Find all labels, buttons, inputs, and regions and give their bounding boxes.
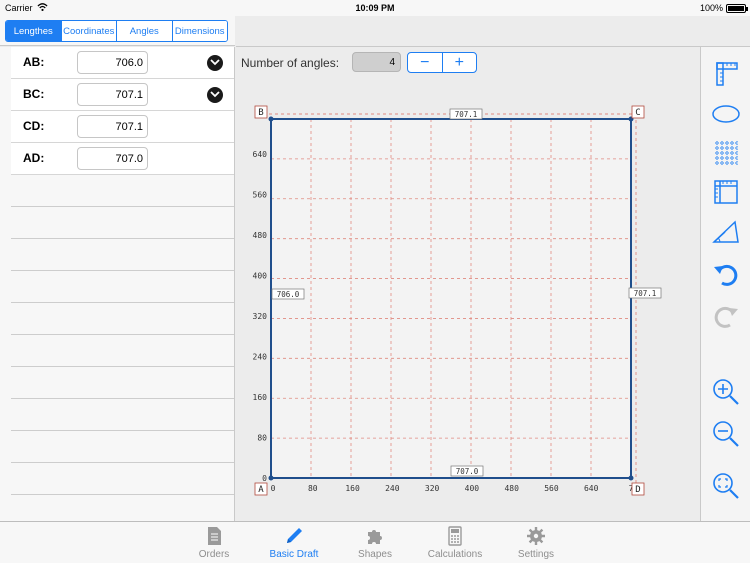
empty-row — [11, 271, 234, 303]
y-tick-label: 160 — [253, 393, 268, 402]
gear-icon — [527, 527, 545, 545]
x-tick-label: 0 — [271, 484, 276, 493]
empty-row — [11, 239, 234, 271]
length-label: CD: — [23, 119, 45, 133]
segment-coordinates[interactable]: Coordinates — [61, 21, 117, 41]
ellipse-icon[interactable] — [711, 99, 741, 129]
vertex-label-a: A — [258, 485, 264, 495]
y-tick-label: 400 — [253, 272, 268, 281]
mode-segmented-control: Lengthes Coordinates Angles Dimensions — [5, 20, 228, 42]
x-tick-label: 240 — [385, 484, 400, 493]
triangle-icon[interactable] — [711, 217, 741, 247]
edge-label-left: 706.0 — [277, 290, 300, 299]
battery-icon — [726, 4, 748, 13]
x-tick-label: 400 — [465, 484, 480, 493]
shape-canvas[interactable]: 640 560 480 400 320 240 160 80 00 80 160 240 320 400 4… — [236, 47, 700, 521]
grid-icon[interactable] — [711, 137, 741, 167]
x-tick-label: 320 — [425, 484, 440, 493]
empty-row — [11, 207, 234, 239]
tab-label: Orders — [198, 549, 230, 560]
x-tick-label: 640 — [584, 484, 599, 493]
vertex-point — [628, 475, 634, 481]
y-tick-label: 0 — [262, 474, 267, 483]
chevron-down-icon[interactable] — [207, 87, 223, 103]
empty-row — [11, 463, 234, 495]
tab-label: Shapes — [358, 549, 392, 560]
tab-basic-draft[interactable]: Basic Draft — [254, 526, 334, 560]
edge-label-top: 707.1 — [455, 110, 478, 119]
status-bar: Carrier 10:09 PM 100% — [0, 0, 750, 16]
length-label: AD: — [23, 151, 45, 165]
x-tick-label: 560 — [544, 484, 559, 493]
tab-shapes[interactable]: Shapes — [335, 526, 415, 560]
length-label: AB: — [23, 55, 45, 69]
y-tick-label: 240 — [253, 353, 268, 362]
edge-label-bottom: 707.0 — [456, 467, 479, 476]
undo-icon[interactable] — [711, 260, 741, 290]
tab-label: Calculations — [427, 549, 483, 560]
chevron-down-icon[interactable] — [207, 55, 223, 71]
tab-calculations[interactable]: Calculations — [415, 526, 495, 560]
length-input-ab[interactable]: 706.0 — [77, 51, 148, 74]
tab-label: Settings — [517, 549, 555, 560]
y-tick-label: 320 — [253, 312, 268, 321]
plot-background — [271, 119, 631, 478]
vertex-label-b: B — [258, 108, 263, 118]
tab-label: Basic Draft — [269, 549, 319, 560]
x-tick-label: 80 — [308, 484, 318, 493]
vertex-label-c: C — [635, 108, 640, 118]
empty-row — [11, 431, 234, 463]
measure-icon[interactable] — [711, 177, 741, 207]
length-input-ad[interactable]: 707.0 — [77, 147, 148, 170]
empty-row — [11, 335, 234, 367]
tab-bar: Orders Basic Draft Shapes Calculations S… — [0, 521, 750, 563]
zoom-out-icon[interactable] — [711, 419, 741, 449]
y-tick-label: 480 — [253, 231, 268, 240]
y-tick-label: 80 — [257, 434, 267, 443]
tool-column — [700, 47, 750, 521]
length-input-cd[interactable]: 707.1 — [77, 115, 148, 138]
length-row-ab: AB: 706.0 — [11, 47, 234, 79]
segment-angles[interactable]: Angles — [117, 21, 173, 41]
vertex-point — [268, 116, 274, 122]
x-tick-label: 480 — [504, 484, 519, 493]
empty-row — [11, 303, 234, 335]
zoom-in-icon[interactable] — [711, 377, 741, 407]
edge-label-right: 707.1 — [634, 289, 657, 298]
length-label: BC: — [23, 87, 45, 101]
document-icon — [208, 527, 221, 545]
empty-row — [11, 175, 234, 207]
segment-dimensions[interactable]: Dimensions — [172, 21, 227, 41]
pencil-icon — [287, 528, 302, 543]
left-header: Lengthes Coordinates Angles Dimensions — [0, 16, 235, 46]
empty-row — [11, 367, 234, 399]
battery-percent: 100% — [699, 3, 723, 13]
clock: 10:09 PM — [355, 3, 395, 13]
length-row-cd: CD: 707.1 — [11, 111, 234, 143]
vertex-label-d: D — [635, 485, 640, 495]
ruler-icon[interactable] — [711, 59, 741, 89]
x-tick-label: 160 — [345, 484, 360, 493]
segment-lengthes[interactable]: Lengthes — [6, 21, 62, 41]
lengths-panel: AB: 706.0 BC: 707.1 CD: 707.1 AD: 707.0 — [0, 47, 235, 521]
y-tick-label: 640 — [253, 150, 268, 159]
puzzle-icon — [368, 530, 382, 544]
tab-settings[interactable]: Settings — [496, 526, 576, 560]
empty-row — [11, 399, 234, 431]
length-input-bc[interactable]: 707.1 — [77, 83, 148, 106]
tab-orders[interactable]: Orders — [174, 526, 254, 560]
redo-icon[interactable] — [711, 302, 741, 332]
calculator-icon — [448, 526, 462, 546]
y-tick-label: 560 — [253, 191, 268, 200]
vertex-point — [268, 475, 274, 481]
length-row-bc: BC: 707.1 — [11, 79, 234, 111]
length-row-ad: AD: 707.0 — [11, 143, 234, 175]
zoom-fit-icon[interactable] — [711, 471, 741, 501]
